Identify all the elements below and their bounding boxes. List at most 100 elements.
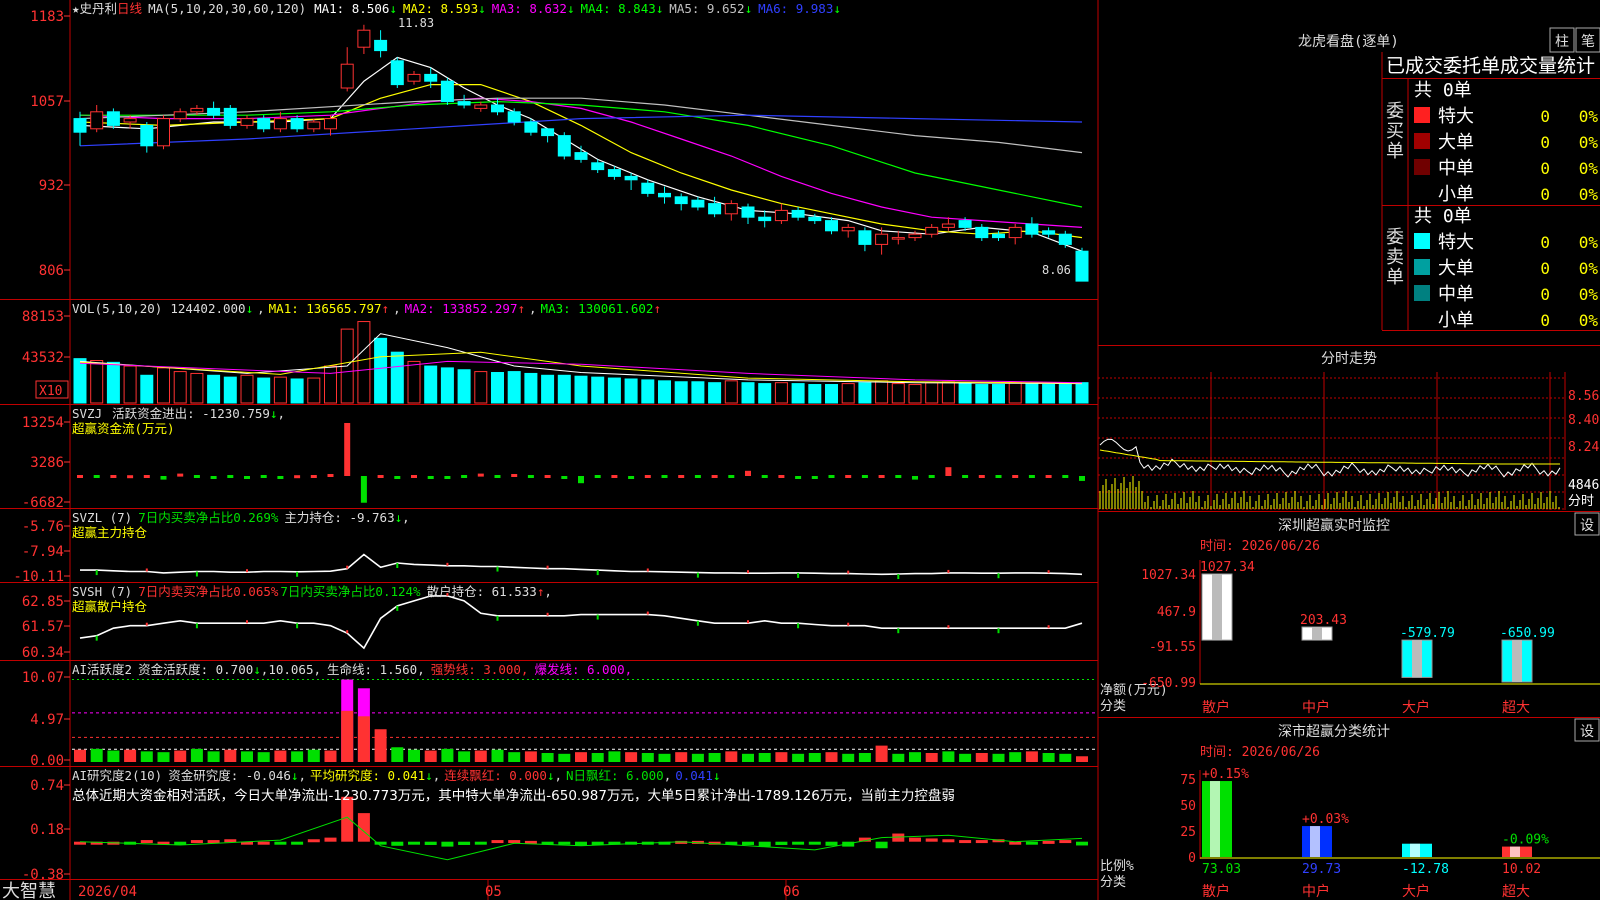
research-bar bbox=[808, 841, 821, 845]
candle-body bbox=[73, 118, 87, 133]
order-count: 0 bbox=[1540, 259, 1550, 278]
activity-bar bbox=[90, 748, 103, 762]
candle-body bbox=[290, 118, 304, 130]
candle-body bbox=[340, 63, 354, 89]
high-price-mark: 11.83 bbox=[398, 16, 434, 30]
candle-body bbox=[591, 162, 605, 171]
svzj-tick bbox=[828, 475, 835, 478]
volume-bar bbox=[491, 372, 504, 404]
activity-bar bbox=[74, 749, 86, 762]
research-bar bbox=[742, 841, 754, 845]
svzj-tick bbox=[694, 475, 701, 478]
svzj-tick bbox=[377, 475, 384, 478]
order-total: 共 0单 bbox=[1414, 80, 1472, 101]
activity-bar bbox=[942, 751, 955, 762]
activity-bar bbox=[708, 752, 721, 762]
tick-mode-label: 笔 bbox=[1581, 34, 1595, 50]
activity-bar bbox=[775, 752, 788, 762]
activity-bar bbox=[742, 753, 754, 762]
svsh-panel[interactable] bbox=[79, 592, 1083, 650]
order-color-swatch bbox=[1414, 107, 1430, 123]
sz-monitor-value: -579.79 bbox=[1400, 626, 1455, 641]
brand-label: 大智慧 bbox=[2, 881, 56, 900]
order-side-label: 委 bbox=[1386, 227, 1404, 248]
candle-body bbox=[140, 124, 154, 147]
volume-bar bbox=[941, 381, 955, 404]
volume-bar bbox=[908, 384, 922, 404]
svzl-header: SVZL (7) 7日内买卖净占比0.269% 主力持仓: -9.763↓, 超赢主… bbox=[72, 510, 410, 540]
ai-research-panel[interactable] bbox=[74, 796, 1088, 861]
vol-ma3: MA3: 130061.602 bbox=[541, 301, 654, 316]
volume-bar bbox=[390, 351, 404, 404]
svzj-tick bbox=[77, 475, 83, 478]
candle-body bbox=[190, 107, 204, 113]
research-bar bbox=[959, 840, 972, 844]
volume-bar bbox=[541, 374, 555, 404]
y-axis-labels: 1183 1057 932 806 88153 43532 13254 3286 -6682 -5… bbox=[13, 9, 70, 883]
volume-bar bbox=[324, 365, 337, 404]
candle-body bbox=[825, 220, 838, 232]
ai1-name: AI活跃度2 bbox=[72, 662, 132, 677]
activity-bar bbox=[374, 729, 387, 762]
price-panel[interactable]: 11.83 8.06 bbox=[73, 16, 1089, 282]
volume-bar bbox=[958, 382, 972, 404]
svzj-tick bbox=[711, 475, 718, 478]
svzj-tick bbox=[761, 475, 768, 478]
activity-bar bbox=[408, 749, 420, 762]
volume-bar bbox=[457, 369, 471, 404]
sz-class-bar-highlight bbox=[1510, 846, 1520, 857]
vol-ma1: MA1: 136565.797 bbox=[269, 301, 382, 316]
ai2-nday: N日飘红: 6.000 bbox=[566, 768, 664, 783]
volume-bar bbox=[891, 383, 905, 404]
sz-class-y-label: 0 bbox=[1188, 851, 1196, 866]
candle-body bbox=[307, 121, 321, 130]
sz-class-y-label: 50 bbox=[1180, 799, 1196, 814]
order-type-label: 小单 bbox=[1438, 310, 1474, 331]
svzj-name: SVZJ bbox=[72, 406, 102, 421]
research-bar bbox=[458, 841, 471, 845]
vol-ma2: MA2: 133852.297 bbox=[405, 301, 518, 316]
svzj-bar bbox=[360, 476, 367, 503]
volume-bar bbox=[73, 358, 87, 404]
svzl-panel[interactable] bbox=[80, 553, 1083, 580]
sell-orders: 委卖单 共 0单特大 0 0% 大单 0 0% 中单 0 0% 小单 0 0% bbox=[1386, 206, 1598, 331]
stock-name: 史丹利 bbox=[80, 1, 118, 16]
intraday-y-label: 8.40 bbox=[1568, 413, 1599, 428]
candle-body bbox=[557, 135, 571, 157]
volume-panel[interactable] bbox=[73, 321, 1089, 404]
y-tick-label: 0.18 bbox=[30, 822, 64, 838]
ai-activity-panel[interactable] bbox=[72, 679, 1096, 762]
candle-body bbox=[106, 111, 120, 126]
svzj-bars bbox=[77, 422, 1085, 503]
svsh-series bbox=[79, 595, 1083, 650]
activity-bar bbox=[892, 753, 905, 762]
svzj-panel[interactable] bbox=[77, 422, 1085, 503]
intraday-panel[interactable]: 分时走势 8.56 8.40 8.24 4846分时 bbox=[1097, 351, 1599, 510]
activity-bar bbox=[959, 753, 972, 762]
dragon-header: 已成交委托单成交量统计 bbox=[1386, 55, 1595, 77]
volume-bar bbox=[240, 374, 254, 404]
candle-body bbox=[1075, 250, 1089, 282]
volume-bar bbox=[808, 384, 822, 404]
ma5-value: MA5: 9.652 bbox=[669, 1, 744, 16]
svzj-tick bbox=[1062, 475, 1069, 478]
svzj-bar bbox=[210, 476, 217, 479]
svsh-subtitle: 超赢散户持仓 bbox=[72, 599, 148, 614]
order-percent: 0% bbox=[1579, 133, 1599, 152]
candle-body bbox=[1042, 230, 1056, 235]
activity-bar bbox=[1025, 751, 1038, 762]
research-bar bbox=[925, 838, 938, 842]
candle-body bbox=[774, 209, 788, 222]
activity-bar bbox=[157, 752, 170, 762]
ma6-value: MA6: 9.983 bbox=[758, 1, 833, 16]
volume-bar bbox=[607, 377, 621, 404]
y-tick-label: -7.94 bbox=[22, 544, 64, 560]
volume-bar bbox=[524, 372, 538, 404]
activity-bar-core bbox=[341, 710, 354, 762]
svzj-bar bbox=[177, 473, 184, 477]
research-bar bbox=[758, 841, 771, 847]
volume-bar bbox=[557, 374, 571, 404]
y-tick-label: 1183 bbox=[30, 9, 64, 25]
volume-bar bbox=[440, 367, 454, 404]
svzj-bar bbox=[511, 474, 518, 477]
